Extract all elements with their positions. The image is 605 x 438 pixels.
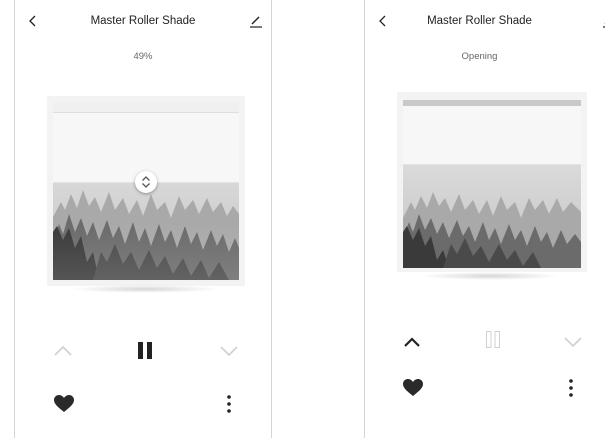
chevron-left-icon — [29, 15, 36, 27]
drag-handle-icon — [142, 176, 150, 188]
shade-window-frame — [47, 96, 245, 286]
shade-down-button[interactable] — [562, 333, 584, 351]
shade-up-button[interactable] — [401, 333, 423, 351]
more-vertical-icon — [227, 395, 231, 413]
chevron-up-icon — [54, 345, 72, 356]
shade-pause-button[interactable] — [484, 329, 502, 351]
window-scene — [53, 102, 239, 280]
shade-down-button[interactable] — [218, 342, 240, 360]
chevron-up-icon — [404, 337, 420, 347]
pause-icon — [138, 342, 152, 359]
favorite-button[interactable] — [402, 378, 424, 398]
shade-window-frame — [397, 92, 587, 272]
frame-shadow — [70, 285, 220, 293]
more-options-button[interactable] — [566, 378, 576, 398]
edit-button[interactable] — [249, 14, 263, 28]
pause-icon — [486, 331, 500, 348]
chevron-down-icon — [220, 346, 238, 357]
shade-drag-handle[interactable] — [135, 171, 157, 193]
favorite-button[interactable] — [53, 394, 75, 414]
frame-shadow — [420, 272, 560, 280]
back-button[interactable] — [26, 14, 40, 28]
shade-position-readout: 49% — [133, 51, 153, 62]
shade-screen-opening: Master Roller Shade Opening — [364, 0, 605, 438]
shade-pause-button[interactable] — [136, 340, 154, 362]
heart-icon — [403, 379, 423, 396]
shade-state-readout: Opening — [461, 51, 498, 62]
more-options-button[interactable] — [224, 394, 234, 414]
device-title: Master Roller Shade — [90, 15, 196, 27]
window-scene — [403, 100, 581, 268]
pencil-icon — [250, 16, 262, 28]
heart-icon — [54, 395, 74, 412]
shade-up-button[interactable] — [52, 342, 74, 360]
chevron-down-icon — [564, 337, 582, 348]
more-vertical-icon — [569, 379, 573, 397]
shade-screen-paused: Master Roller Shade 49% — [14, 0, 272, 438]
roller-shade-fabric[interactable] — [403, 100, 581, 165]
device-title: Master Roller Shade — [427, 15, 532, 27]
